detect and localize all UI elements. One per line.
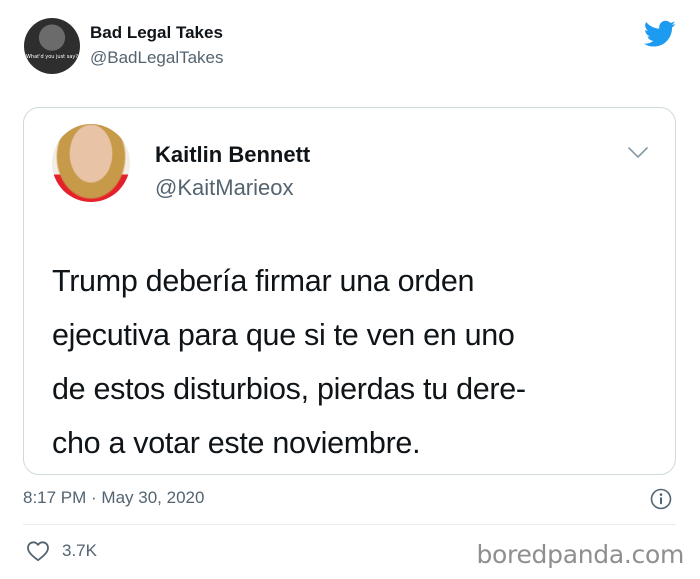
tweet-text-line: cho a votar este noviembre. [52, 426, 421, 460]
avatar-caption: What'd you just say? [25, 54, 79, 60]
chevron-down-icon[interactable] [627, 146, 649, 160]
divider [23, 524, 676, 525]
quoted-tweet-card[interactable]: Kaitlin Bennett @KaitMarieox Trump deber… [23, 107, 676, 475]
quoted-display-name[interactable]: Kaitlin Bennett [155, 142, 310, 168]
tweet-text-line: ejecutiva para que si te ven en uno [52, 318, 515, 352]
tweet-text-line: de estos disturbios, pierdas tu dere- [52, 372, 526, 406]
twitter-bird-icon [644, 20, 676, 47]
tweet-timestamp[interactable]: 8:17 PM · May 30, 2020 [23, 488, 204, 508]
outer-handle[interactable]: @BadLegalTakes [90, 48, 224, 68]
tweet-text-line: Trump debería firmar una orden [52, 264, 475, 298]
like-count: 3.7K [62, 541, 97, 560]
outer-display-name[interactable]: Bad Legal Takes [90, 23, 223, 43]
outer-avatar[interactable]: What'd you just say? [24, 18, 80, 74]
quoted-handle[interactable]: @KaitMarieox [155, 175, 294, 201]
heart-icon[interactable] [26, 540, 50, 562]
quoted-avatar[interactable] [52, 124, 130, 202]
info-icon[interactable] [650, 488, 672, 510]
quoted-tweet-text: Trump debería firmar una orden ejecutiva… [52, 254, 652, 470]
boredpanda-watermark: boredpanda.com [476, 540, 684, 569]
